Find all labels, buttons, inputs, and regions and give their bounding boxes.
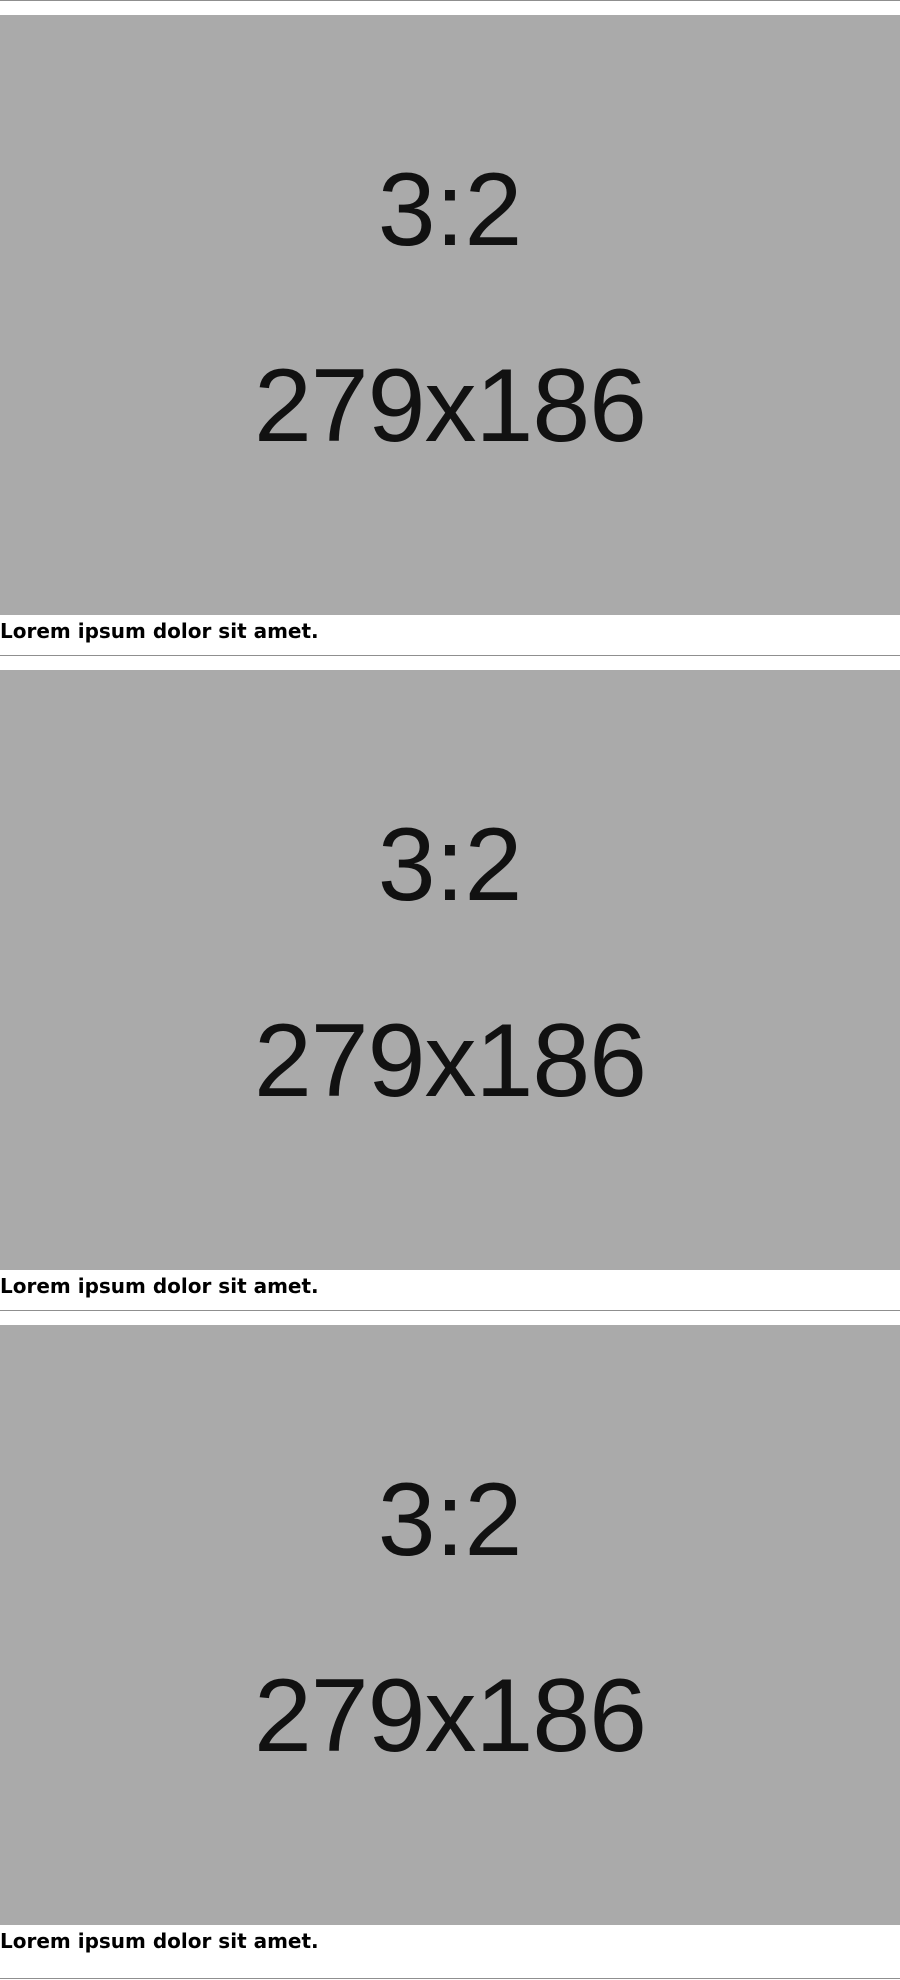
placeholder-image: 3:2 279x186 xyxy=(0,1325,900,1925)
image-ratio-label: 3:2 xyxy=(377,152,523,268)
image-ratio-label: 3:2 xyxy=(377,1462,523,1578)
placeholder-image: 3:2 279x186 xyxy=(0,15,900,615)
card-caption: Lorem ipsum dolor sit amet. xyxy=(0,619,319,643)
card: 3:2 279x186 Lorem ipsum dolor sit amet. xyxy=(0,655,900,1310)
divider xyxy=(0,0,900,1)
divider xyxy=(0,655,900,656)
card: 3:2 279x186 Lorem ipsum dolor sit amet. xyxy=(0,1310,900,1965)
divider xyxy=(0,1310,900,1311)
card-caption: Lorem ipsum dolor sit amet. xyxy=(0,1929,319,1953)
image-ratio-label: 3:2 xyxy=(377,807,523,923)
image-dimensions-label: 279x186 xyxy=(253,1658,647,1774)
card-feed: 3:2 279x186 Lorem ipsum dolor sit amet. … xyxy=(0,0,900,1965)
card-caption: Lorem ipsum dolor sit amet. xyxy=(0,1274,319,1298)
placeholder-image: 3:2 279x186 xyxy=(0,670,900,1270)
card: 3:2 279x186 Lorem ipsum dolor sit amet. xyxy=(0,0,900,655)
image-dimensions-label: 279x186 xyxy=(253,1003,647,1119)
image-dimensions-label: 279x186 xyxy=(253,348,647,464)
divider xyxy=(0,1978,900,1979)
